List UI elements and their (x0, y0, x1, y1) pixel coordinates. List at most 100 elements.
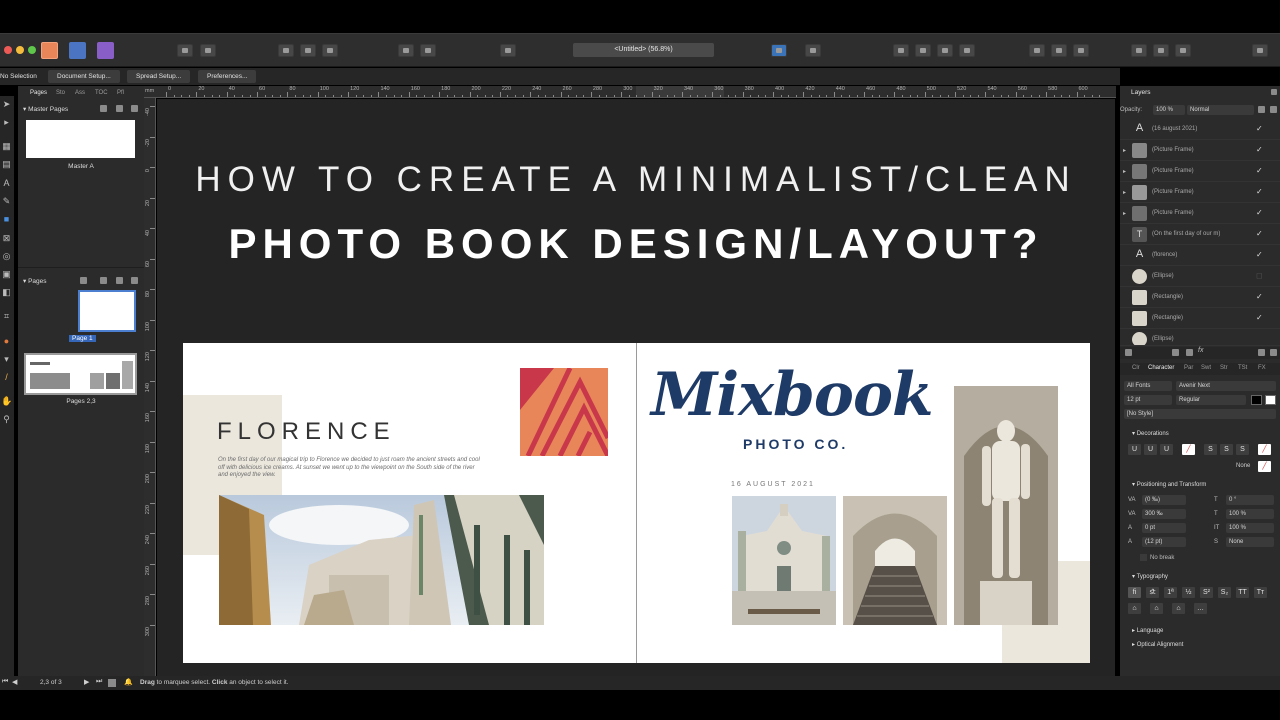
transparency-tool-icon[interactable]: ◧ (1, 287, 12, 297)
arrange-backward-button[interactable] (915, 44, 931, 57)
blend-mode-select[interactable]: Normal (1187, 105, 1254, 115)
place-image-tool-icon[interactable]: ▣ (1, 269, 12, 279)
document-setup-button[interactable]: Document Setup... (48, 70, 120, 83)
duplicate-page-icon[interactable] (116, 277, 123, 284)
strikethrough-button[interactable]: S (1204, 444, 1217, 455)
master-a-thumbnail[interactable] (26, 120, 135, 158)
distribute-button[interactable] (1051, 44, 1067, 57)
node-tool-icon[interactable]: ▸ (1, 117, 12, 127)
layer-row[interactable]: (Rectangle) ✓ (1120, 287, 1280, 308)
add-page-icon[interactable] (100, 277, 107, 284)
delete-page-icon[interactable] (131, 277, 138, 284)
snapping-magnet-icon[interactable] (805, 44, 821, 57)
insert-pages-icon[interactable] (80, 277, 87, 284)
spread-setup-button[interactable]: Spread Setup... (127, 70, 191, 83)
close-window-button[interactable] (4, 46, 12, 54)
zoom-tool-icon[interactable]: ⚲ (1, 414, 12, 424)
fx-icon[interactable]: fx (1198, 347, 1203, 354)
subscript-button[interactable]: S₂ (1218, 587, 1231, 598)
tab-character[interactable]: Character (1148, 365, 1174, 371)
date-text[interactable]: 16 AUGUST 2021 (731, 481, 815, 488)
visibility-check-icon[interactable]: ✓ (1256, 292, 1263, 301)
bleed-button[interactable] (322, 44, 338, 57)
preferences-button[interactable]: Preferences... (198, 70, 257, 83)
add-layer-icon[interactable] (1172, 349, 1179, 356)
santa-croce-photo[interactable] (732, 496, 836, 625)
rectangle-tool-icon[interactable]: ■ (1, 214, 12, 224)
tab-swatches[interactable]: Swt (1201, 365, 1211, 371)
font-family-select[interactable]: Avenir Next (1176, 381, 1276, 391)
visibility-check-icon[interactable]: ◻ (1256, 271, 1263, 280)
opacity-field[interactable]: 100 % (1153, 105, 1185, 115)
table-tool-icon[interactable]: ▦ (1, 141, 12, 151)
kerning-field[interactable]: (0 ‰) (1142, 495, 1186, 505)
decorations-section-header[interactable]: ▾ Decorations (1120, 428, 1280, 440)
pages-2-3-thumbnail[interactable] (24, 353, 137, 395)
page-grid-icon[interactable] (108, 679, 116, 687)
frame-text-tool-icon[interactable]: ▤ (1, 159, 12, 169)
tab-pages[interactable]: Pages (30, 90, 47, 96)
typography-section-header[interactable]: ▾ Typography (1120, 571, 1280, 583)
font-collection-select[interactable]: All Fonts (1124, 381, 1172, 391)
expand-chevron-icon[interactable]: ▸ (1123, 189, 1126, 196)
superscript-button[interactable]: S² (1200, 587, 1213, 598)
move-tool-icon[interactable]: ➤ (1, 99, 12, 109)
minimize-window-button[interactable] (16, 46, 24, 54)
arch-stairs-photo[interactable] (843, 496, 947, 625)
duplicate-master-icon[interactable] (116, 105, 123, 112)
fractions-button[interactable]: ½ (1182, 587, 1195, 598)
page-indicator[interactable]: 2,3 of 3 (40, 679, 62, 686)
alternates-button[interactable]: ⌂ (1172, 603, 1185, 614)
tab-color[interactable]: Clr (1132, 365, 1140, 371)
assets-button[interactable] (177, 44, 193, 57)
tab-stock[interactable]: Sto (56, 90, 65, 96)
all-caps-button[interactable]: TT (1236, 587, 1249, 598)
layer-row[interactable]: T (On the first day of our m) ✓ (1120, 224, 1280, 245)
color-picker-icon[interactable]: ● (1, 336, 12, 346)
first-page-icon[interactable]: ⏮ (2, 678, 8, 686)
next-page-icon[interactable]: ▶ (84, 678, 89, 686)
pages-section-header[interactable]: ▾ Pages (23, 277, 47, 285)
arrange-back-button[interactable] (893, 44, 909, 57)
layer-stack-icon[interactable] (1125, 349, 1132, 356)
horizontal-ruler[interactable]: mm 0 20 40 60 80 100 120 140 160 180 200 220 240 260 2… (144, 86, 1116, 98)
last-page-icon[interactable]: ⏭ (96, 678, 102, 686)
tab-assets[interactable]: Ass (75, 90, 85, 96)
layer-settings-gear-icon[interactable] (1258, 106, 1265, 113)
no-break-checkbox[interactable] (1140, 554, 1147, 561)
visibility-check-icon[interactable]: ✓ (1256, 187, 1263, 196)
designer-persona-icon[interactable] (97, 42, 114, 59)
layer-row[interactable]: ▸ (Picture Frame) ✓ (1120, 161, 1280, 182)
duplicate-layer-icon[interactable] (1258, 349, 1265, 356)
add-master-icon[interactable] (100, 105, 107, 112)
master-pages-header[interactable]: ▾ Master Pages (23, 105, 68, 113)
studio-link-button[interactable] (200, 44, 216, 57)
pencil-tool-icon[interactable]: / (1, 372, 12, 382)
page-1-thumbnail[interactable] (78, 290, 136, 332)
arrange-forward-button[interactable] (937, 44, 953, 57)
tab-toc[interactable]: TOC (95, 90, 108, 96)
optical-alignment-section-header[interactable]: ▸ Optical Alignment (1120, 639, 1280, 651)
previous-page-icon[interactable]: ◀ (12, 678, 17, 686)
artistic-text-tool-icon[interactable]: A (1, 178, 12, 188)
duomo-photo[interactable] (219, 495, 544, 625)
visibility-check-icon[interactable]: ✓ (1256, 124, 1263, 133)
ligatures-button[interactable]: fi (1128, 587, 1141, 598)
font-size-field[interactable]: 12 pt (1124, 395, 1172, 405)
positioning-section-header[interactable]: ▾ Positioning and Transform (1120, 479, 1280, 491)
font-style-select[interactable]: Regular (1176, 395, 1246, 405)
underline-style-button[interactable]: U (1160, 444, 1173, 455)
layer-row[interactable]: ▸ (Picture Frame) ✓ (1120, 203, 1280, 224)
strike-style-button[interactable]: S (1236, 444, 1249, 455)
preview-mode-button[interactable] (300, 44, 316, 57)
florence-body-text[interactable]: On the first day of our magical trip to … (218, 457, 483, 480)
visibility-check-icon[interactable]: ✓ (1256, 229, 1263, 238)
scale-horizontal-field[interactable]: 100 % (1226, 509, 1274, 519)
view-mode-button[interactable] (278, 44, 294, 57)
ellipse-tool-icon[interactable]: ◎ (1, 251, 12, 261)
notification-bell-icon[interactable]: 🔔 (124, 678, 133, 686)
tracking-field[interactable]: 300 ‰ (1142, 509, 1186, 519)
zoom-window-button[interactable] (28, 46, 36, 54)
visibility-check-icon[interactable]: ✓ (1256, 166, 1263, 175)
ordinals-button[interactable]: 1ª (1164, 587, 1177, 598)
